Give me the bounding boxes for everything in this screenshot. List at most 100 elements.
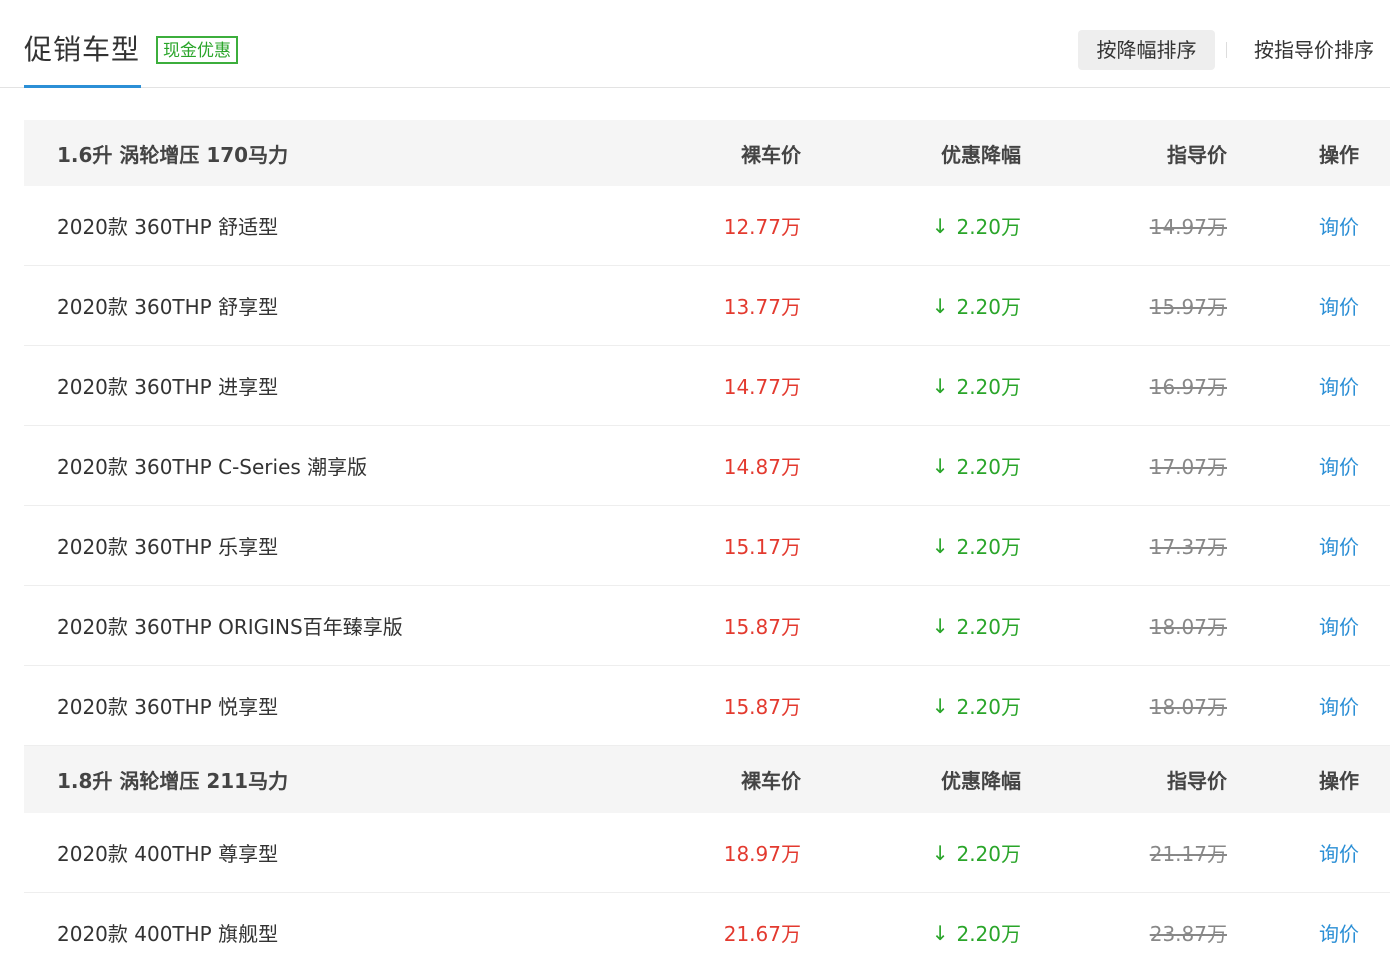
- model-name-cell: 2020款 360THP 舒适型: [57, 186, 278, 265]
- bare-car-price: 15.87万: [723, 695, 801, 719]
- sort-by-drop-button[interactable]: 按降幅排序: [1078, 30, 1215, 70]
- model-name-cell: 2020款 360THP C-Series 潮享版: [57, 426, 367, 505]
- guide-price-cell: 15.97万: [1150, 266, 1227, 345]
- bare-car-price: 21.67万: [723, 922, 801, 946]
- column-header-action: 操作: [1319, 769, 1359, 793]
- inquire-price-link[interactable]: 询价: [1319, 371, 1359, 400]
- engine-group-header: 1.8升 涡轮增压 211马力 裸车价 优惠降幅 指导价 操作: [24, 746, 1390, 813]
- guide-price: 17.37万: [1149, 535, 1227, 559]
- price-cell: 14.77万: [724, 346, 801, 425]
- guide-price: 18.07万: [1149, 615, 1227, 639]
- table-row: 2020款 360THP 舒享型 13.77万 ↓ 2.20万 15.97万 询价: [24, 266, 1390, 346]
- discount-amount: 2.20万: [956, 615, 1021, 639]
- sort-divider: [1226, 42, 1227, 58]
- inquire-price-link[interactable]: 询价: [1319, 531, 1359, 560]
- down-arrow-icon: ↓: [931, 533, 949, 558]
- model-name: 2020款 400THP 旗舰型: [57, 922, 279, 946]
- action-cell: 询价: [1319, 586, 1359, 665]
- panel-header: 促销车型 现金优惠 按降幅排序 按指导价排序: [0, 0, 1390, 88]
- table-row: 2020款 360THP ORIGINS百年臻享版 15.87万 ↓ 2.20万 18.…: [24, 586, 1390, 666]
- bare-car-price: 15.87万: [723, 615, 801, 639]
- model-name: 2020款 360THP ORIGINS百年臻享版: [57, 615, 403, 639]
- price-cell: 13.77万: [724, 266, 801, 345]
- guide-price: 21.17万: [1149, 842, 1227, 866]
- model-name-cell: 2020款 360THP 进享型: [57, 346, 278, 425]
- inquire-price-link[interactable]: 询价: [1319, 838, 1359, 867]
- column-header-drop: 优惠降幅: [941, 769, 1021, 793]
- bare-car-price: 12.77万: [723, 215, 801, 239]
- drop-cell: ↓ 2.20万: [932, 426, 1021, 505]
- column-header-price: 裸车价: [741, 142, 801, 167]
- guide-price-cell: 18.07万: [1150, 666, 1227, 745]
- drop-cell: ↓ 2.20万: [932, 506, 1021, 585]
- bare-car-price: 15.17万: [723, 535, 801, 559]
- drop-cell: ↓ 2.20万: [932, 186, 1021, 265]
- column-header-guide-price: 指导价: [1167, 142, 1227, 167]
- down-arrow-icon: ↓: [931, 373, 949, 398]
- bare-car-price: 13.77万: [723, 295, 801, 319]
- guide-price-cell: 14.97万: [1150, 186, 1227, 265]
- column-header-drop: 优惠降幅: [941, 142, 1021, 167]
- model-name: 2020款 400THP 尊享型: [57, 842, 279, 866]
- guide-price-cell: 17.07万: [1150, 426, 1227, 505]
- model-name-cell: 2020款 360THP 舒享型: [57, 266, 278, 345]
- action-cell: 询价: [1319, 666, 1359, 745]
- guide-price-cell: 21.17万: [1150, 813, 1227, 892]
- action-cell: 询价: [1319, 426, 1359, 505]
- price-cell: 18.97万: [724, 813, 801, 892]
- table-row: 2020款 360THP C-Series 潮享版 14.87万 ↓ 2.20万 17.…: [24, 426, 1390, 506]
- guide-price: 23.87万: [1149, 922, 1227, 946]
- bare-car-price: 14.87万: [723, 455, 801, 479]
- inquire-price-link[interactable]: 询价: [1319, 291, 1359, 320]
- column-header-action: 操作: [1319, 142, 1359, 167]
- discount-amount: 2.20万: [956, 215, 1021, 239]
- discount-amount: 2.20万: [956, 922, 1021, 946]
- inquire-price-link[interactable]: 询价: [1319, 691, 1359, 720]
- drop-cell: ↓ 2.20万: [932, 586, 1021, 665]
- guide-price: 16.97万: [1149, 375, 1227, 399]
- discount-amount: 2.20万: [956, 695, 1021, 719]
- discount-amount: 2.20万: [956, 535, 1021, 559]
- guide-price-cell: 17.37万: [1150, 506, 1227, 585]
- table-row: 2020款 360THP 悦享型 15.87万 ↓ 2.20万 18.07万 询价: [24, 666, 1390, 746]
- down-arrow-icon: ↓: [931, 920, 949, 945]
- down-arrow-icon: ↓: [931, 840, 949, 865]
- guide-price: 14.97万: [1149, 215, 1227, 239]
- model-name-cell: 2020款 360THP ORIGINS百年臻享版: [57, 586, 403, 665]
- price-cell: 15.17万: [724, 506, 801, 585]
- price-cell: 14.87万: [724, 426, 801, 505]
- down-arrow-icon: ↓: [931, 693, 949, 718]
- price-cell: 15.87万: [724, 586, 801, 665]
- inquire-price-link[interactable]: 询价: [1319, 451, 1359, 480]
- drop-cell: ↓ 2.20万: [932, 893, 1021, 970]
- inquire-price-link[interactable]: 询价: [1319, 211, 1359, 240]
- discount-amount: 2.20万: [956, 295, 1021, 319]
- column-header-price: 裸车价: [741, 769, 801, 793]
- down-arrow-icon: ↓: [931, 453, 949, 478]
- model-name-cell: 2020款 400THP 旗舰型: [57, 893, 278, 970]
- price-cell: 15.87万: [724, 666, 801, 745]
- action-cell: 询价: [1319, 346, 1359, 425]
- action-cell: 询价: [1319, 506, 1359, 585]
- model-name-cell: 2020款 360THP 悦享型: [57, 666, 278, 745]
- table-row: 2020款 360THP 乐享型 15.17万 ↓ 2.20万 17.37万 询价: [24, 506, 1390, 586]
- guide-price: 15.97万: [1149, 295, 1227, 319]
- inquire-price-link[interactable]: 询价: [1319, 918, 1359, 947]
- model-name: 2020款 360THP 舒适型: [57, 215, 279, 239]
- guide-price: 18.07万: [1149, 695, 1227, 719]
- engine-spec: 1.6升 涡轮增压 170马力: [57, 142, 289, 167]
- price-cell: 12.77万: [724, 186, 801, 265]
- table-row: 2020款 360THP 进享型 14.77万 ↓ 2.20万 16.97万 询价: [24, 346, 1390, 426]
- drop-cell: ↓ 2.20万: [932, 346, 1021, 425]
- sort-by-guide-price-button[interactable]: 按指导价排序: [1254, 30, 1374, 70]
- down-arrow-icon: ↓: [931, 613, 949, 638]
- promo-models-panel: 促销车型 现金优惠 按降幅排序 按指导价排序 1.6升 涡轮增压 170马力裸车…: [0, 0, 1390, 970]
- action-cell: 询价: [1319, 186, 1359, 265]
- inquire-price-link[interactable]: 询价: [1319, 611, 1359, 640]
- table-row: 2020款 400THP 尊享型 18.97万 ↓ 2.20万 21.17万 询价: [24, 813, 1390, 893]
- discount-amount: 2.20万: [956, 842, 1021, 866]
- discount-amount: 2.20万: [956, 375, 1021, 399]
- model-name: 2020款 360THP 悦享型: [57, 695, 279, 719]
- model-name: 2020款 360THP 进享型: [57, 375, 279, 399]
- drop-cell: ↓ 2.20万: [932, 666, 1021, 745]
